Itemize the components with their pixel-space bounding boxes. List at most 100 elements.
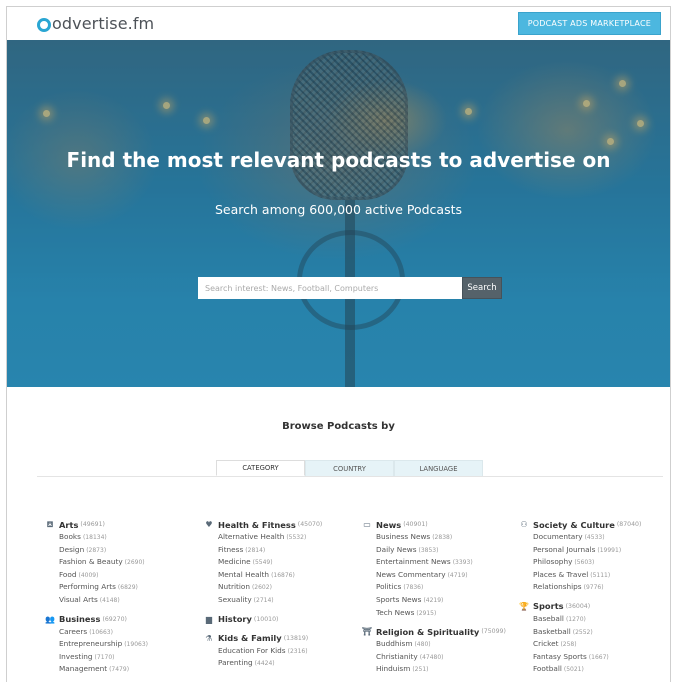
subcategory-link[interactable]: Politics (7836) bbox=[361, 581, 511, 594]
subcategory-link[interactable]: Medicine (5549) bbox=[203, 556, 353, 569]
subcategory-link[interactable]: Entrepreneurship (19063) bbox=[44, 638, 194, 651]
subcategory-name: Tech News bbox=[376, 607, 415, 617]
search-input[interactable] bbox=[198, 277, 462, 299]
category-heading[interactable]: ⛩ Religion & Spirituality (75099) bbox=[361, 625, 511, 638]
category-column: ⚇ Society & Culture (87040) Documentary (453… bbox=[518, 518, 668, 682]
subcategory-link[interactable]: Nutrition (2602) bbox=[203, 581, 353, 594]
subcategory-name: Performing Arts bbox=[59, 582, 116, 592]
subcategory-name: Entertainment News bbox=[376, 557, 451, 567]
category-count: (75099) bbox=[481, 628, 506, 636]
subcategory-name: Sports News bbox=[376, 594, 422, 604]
subcategory-count: (4219) bbox=[423, 596, 444, 604]
subcategory-link[interactable]: Sexuality (2714) bbox=[203, 594, 353, 607]
subcategory-link[interactable]: Careers (10663) bbox=[44, 626, 194, 639]
category-column: ▭ News (40901) Business News (2838) Daily New… bbox=[361, 518, 511, 682]
subcategory-count: (5603) bbox=[574, 559, 595, 567]
category-group: ⛾ Arts (49691) Books (18134) Design (2873) Fash… bbox=[44, 518, 194, 607]
category-group: 👥 Business (69270) Careers (10663) Entreprene… bbox=[44, 613, 194, 676]
category-heading[interactable]: ⛾ Arts (49691) bbox=[44, 518, 194, 531]
subcategory-link[interactable]: Philosophy (5603) bbox=[518, 556, 668, 569]
subcategory-name: Management bbox=[59, 664, 108, 674]
subcategory-link[interactable]: Buddhism (480) bbox=[361, 638, 511, 651]
podcast-ads-marketplace-button[interactable]: PODCAST ADS MARKETPLACE bbox=[517, 12, 661, 35]
subcategory-link[interactable]: Fashion & Beauty (2690) bbox=[44, 556, 194, 569]
subcategory-count: (480) bbox=[414, 641, 431, 649]
subcategory-link[interactable]: Management (7479) bbox=[44, 663, 194, 676]
subcategory-link[interactable]: Business News (2838) bbox=[361, 531, 511, 544]
subcategory-count: (19991) bbox=[597, 546, 622, 554]
tab-language[interactable]: LANGUAGE bbox=[394, 460, 483, 476]
logo[interactable]: odvertise.fm bbox=[37, 14, 154, 33]
category-heading[interactable]: ♥ Health & Fitness (45070) bbox=[203, 518, 353, 531]
subcategory-link[interactable]: Alternative Health (5532) bbox=[203, 531, 353, 544]
subcategory-link[interactable]: Fitness (2814) bbox=[203, 544, 353, 557]
subcategory-link[interactable]: Daily News (3853) bbox=[361, 544, 511, 557]
subcategory-link[interactable]: Baseball (1270) bbox=[518, 613, 668, 626]
subcategory-link[interactable]: Design (2873) bbox=[44, 544, 194, 557]
category-group: 🏆 Sports (36004) Baseball (1270) Basketball (2… bbox=[518, 600, 668, 676]
subcategory-link[interactable]: Mental Health (16876) bbox=[203, 569, 353, 582]
category-column: ♥ Health & Fitness (45070) Alternative Heal… bbox=[203, 518, 353, 676]
subcategory-link[interactable]: Visual Arts (4148) bbox=[44, 594, 194, 607]
subcategory-name: Buddhism bbox=[376, 639, 413, 649]
category-group: ⚗ Kids & Family (13819) Education For Kids(… bbox=[203, 632, 353, 670]
category-heading[interactable]: 🏆 Sports (36004) bbox=[518, 600, 668, 613]
subcategory-link[interactable]: Documentary (4533) bbox=[518, 531, 668, 544]
subcategory-count: (2552) bbox=[572, 628, 593, 636]
subcategory-count: (5111) bbox=[590, 571, 611, 579]
category-heading[interactable]: 👥 Business (69270) bbox=[44, 613, 194, 626]
subcategory-name: Personal Journals bbox=[533, 544, 596, 554]
subcategory-name: Fantasy Sports bbox=[533, 651, 587, 661]
category-heading[interactable]: ▭ News (40901) bbox=[361, 518, 511, 531]
subcategory-link[interactable]: Places & Travel (5111) bbox=[518, 569, 668, 582]
subcategory-link[interactable]: Education For Kids (2316) bbox=[203, 645, 353, 658]
browse-tabs: CATEGORY COUNTRY LANGUAGE bbox=[216, 460, 483, 476]
category-name: Society & Culture bbox=[533, 519, 615, 530]
category-name: Business bbox=[59, 614, 101, 625]
subcategory-name: Medicine bbox=[218, 557, 251, 567]
subcategory-link[interactable]: Parenting (4424) bbox=[203, 657, 353, 670]
subcategory-link[interactable]: Fantasy Sports (1667) bbox=[518, 651, 668, 664]
subcategory-link[interactable]: Football (5021) bbox=[518, 663, 668, 676]
subcategory-count: (1667) bbox=[588, 653, 609, 661]
subcategory-count: (2316) bbox=[287, 647, 308, 655]
subcategory-link[interactable]: Investing (7170) bbox=[44, 651, 194, 664]
subcategory-link[interactable]: Relationships (9776) bbox=[518, 581, 668, 594]
subcategory-count: (4148) bbox=[99, 596, 120, 604]
search-button[interactable]: Search bbox=[462, 277, 502, 299]
subcategory-count: (2714) bbox=[253, 596, 274, 604]
category-heading[interactable]: ⚗ Kids & Family (13819) bbox=[203, 632, 353, 645]
category-heading[interactable]: ⚇ Society & Culture (87040) bbox=[518, 518, 668, 531]
subcategory-name: Philosophy bbox=[533, 557, 573, 567]
category-count: (40901) bbox=[403, 521, 428, 528]
subcategory-link[interactable]: Tech News (2915) bbox=[361, 607, 511, 620]
subcategory-link[interactable]: Books (18134) bbox=[44, 531, 194, 544]
subcategory-name: Fashion & Beauty bbox=[59, 557, 123, 567]
subcategory-name: Places & Travel bbox=[533, 569, 589, 579]
subcategory-link[interactable]: Entertainment News (3393) bbox=[361, 556, 511, 569]
category-heading[interactable]: ▆ History (10010) bbox=[203, 613, 353, 626]
subcategory-link[interactable]: Hinduism (251) bbox=[361, 663, 511, 676]
subcategory-name: Parenting bbox=[218, 658, 253, 668]
subcategory-link[interactable]: Basketball (2552) bbox=[518, 626, 668, 639]
subcategory-link[interactable]: Food (4009) bbox=[44, 569, 194, 582]
subcategory-link[interactable]: Sports News (4219) bbox=[361, 594, 511, 607]
subcategory-link[interactable]: Christianity (47480) bbox=[361, 651, 511, 664]
category-name: Sports bbox=[533, 601, 564, 612]
logo-mark-icon bbox=[37, 17, 51, 32]
category-group: ▭ News (40901) Business News (2838) Daily New… bbox=[361, 518, 511, 619]
subcategory-name: Education For Kids bbox=[218, 645, 286, 655]
tab-country[interactable]: COUNTRY bbox=[305, 460, 394, 476]
subcategory-link[interactable]: Personal Journals (19991) bbox=[518, 544, 668, 557]
subcategory-link[interactable]: News Commentary (4719) bbox=[361, 569, 511, 582]
subcategory-count: (4424) bbox=[254, 660, 275, 668]
subcategory-name: Football bbox=[533, 664, 562, 674]
subcategory-count: (251) bbox=[412, 666, 429, 674]
subcategory-link[interactable]: Performing Arts (6829) bbox=[44, 581, 194, 594]
subcategory-count: (2838) bbox=[432, 534, 453, 541]
tab-category[interactable]: CATEGORY bbox=[216, 460, 305, 476]
subcategory-link[interactable]: Cricket (258) bbox=[518, 638, 668, 651]
category-count: (10010) bbox=[253, 615, 279, 623]
subcategory-name: Basketball bbox=[533, 626, 571, 636]
category-name: Kids & Family bbox=[218, 633, 282, 644]
